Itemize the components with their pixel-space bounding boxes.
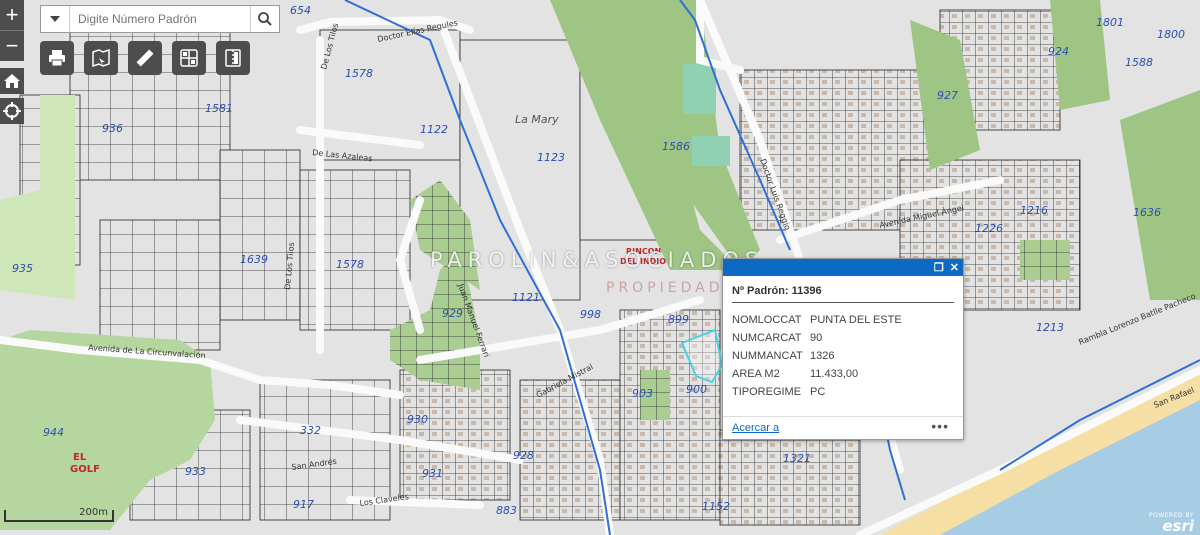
basemap-button[interactable] <box>172 41 206 75</box>
measure-button[interactable] <box>128 41 162 75</box>
attribute-value: 1326 <box>810 350 835 362</box>
locate-button[interactable] <box>0 98 24 124</box>
attribute-value: PUNTA DEL ESTE <box>810 314 902 326</box>
parcel-label: 944 <box>43 426 64 439</box>
parcel-label: 1216 <box>1020 204 1048 217</box>
parcel-label: 1639 <box>240 253 268 266</box>
table-row: AREA M2 11.433,00 <box>732 365 902 383</box>
parcel-label: 1801 <box>1096 16 1124 29</box>
zoom-out-button[interactable]: − <box>0 30 24 61</box>
scale-label: 200m <box>79 507 108 518</box>
parcel-label: 883 <box>496 504 517 517</box>
parcel-label: 927 <box>937 89 958 102</box>
parcel-label: 935 <box>12 262 33 275</box>
attribute-key: NUMCARCAT <box>732 332 802 344</box>
attribute-key: NOMLOCCAT <box>732 314 802 326</box>
print-button[interactable] <box>40 41 74 75</box>
search-source-dropdown[interactable] <box>41 6 70 32</box>
parcel-label: 924 <box>1048 45 1069 58</box>
parcel-label: 1800 <box>1157 28 1185 41</box>
table-row: NOMLOCCAT PUNTA DEL ESTE <box>732 311 902 329</box>
parcel-label: 332 <box>300 424 321 437</box>
chevron-down-icon <box>50 16 60 22</box>
parcel-label: 931 <box>422 467 443 480</box>
parcel-info-popup: ❐ ✕ Nº Padrón: 11396 NOMLOCCAT PUNTA DEL … <box>722 258 964 440</box>
parcel-label: 654 <box>290 4 311 17</box>
search-button[interactable] <box>250 6 279 32</box>
table-row: TIPOREGIME PC <box>732 383 902 401</box>
parcel-label: 1152 <box>702 500 730 513</box>
home-button[interactable] <box>0 68 24 94</box>
close-icon[interactable]: ✕ <box>950 261 959 274</box>
zoom-control: + − <box>0 0 24 61</box>
esri-logo: POWERED BY esri <box>1149 512 1194 535</box>
parcel-label: 1581 <box>205 102 233 115</box>
table-row: NUMCARCAT 90 <box>732 329 902 347</box>
popup-header: ❐ ✕ <box>723 259 963 276</box>
parcel-label: 1586 <box>662 140 690 153</box>
parcel-label: 1123 <box>537 151 565 164</box>
parcel-label: 929 <box>442 307 463 320</box>
attribute-value: 11.433,00 <box>810 368 859 380</box>
parcel-label: 936 <box>102 122 123 135</box>
maximize-icon[interactable]: ❐ <box>934 261 944 274</box>
ruler-icon <box>136 49 154 67</box>
parcel-label: 1121 <box>512 291 540 304</box>
select-map-button[interactable] <box>84 41 118 75</box>
zoom-in-button[interactable]: + <box>0 0 24 30</box>
attribute-key: NUMMANCAT <box>732 350 803 362</box>
zoom-to-link[interactable]: Acercar a <box>732 422 779 434</box>
parcel-label: 1578 <box>336 258 364 271</box>
search-input[interactable] <box>70 6 250 32</box>
parcel-label: 928 <box>513 449 534 462</box>
parcel-label: 1122 <box>420 123 448 136</box>
basemap-grid-icon <box>180 49 198 67</box>
parcel-label: 900 <box>686 383 707 396</box>
popup-title: Nº Padrón: 11396 <box>732 285 954 303</box>
more-options-button[interactable]: ••• <box>931 418 949 434</box>
parcel-label: 903 <box>632 387 653 400</box>
parcel-label: 930 <box>407 413 428 426</box>
toolbar <box>40 41 250 75</box>
attribute-table: NOMLOCCAT PUNTA DEL ESTE NUMCARCAT 90 NUMM… <box>732 311 902 401</box>
crosshair-icon <box>3 102 21 120</box>
scale-bar: 200m <box>4 507 114 522</box>
table-row: NUMMANCAT 1326 <box>732 347 902 365</box>
esri-wordmark: esri <box>1162 517 1194 535</box>
parcel-label: 1578 <box>345 67 373 80</box>
parcel-label: 917 <box>293 498 314 511</box>
parcel-search <box>40 5 280 33</box>
watermark: PAROLIN&ASOCIADOS <box>430 248 765 272</box>
parcel-label: 1213 <box>1036 321 1064 334</box>
map-select-icon <box>92 48 110 68</box>
attribute-value: 90 <box>810 332 823 344</box>
parcel-label: 1226 <box>975 222 1003 235</box>
compare-icon <box>225 49 241 67</box>
place-label-la-mary: La Mary <box>515 113 559 126</box>
parcel-label: 1321 <box>783 452 811 465</box>
attribute-value: PC <box>810 386 826 398</box>
home-icon <box>4 74 20 88</box>
parcel-label: 933 <box>185 465 206 478</box>
print-icon <box>49 50 65 67</box>
popup-footer: Acercar a ••• <box>723 416 963 439</box>
parcel-label: 1636 <box>1133 206 1161 219</box>
attribute-key: TIPOREGIME <box>732 386 802 398</box>
search-icon <box>258 12 272 26</box>
attribute-key: AREA M2 <box>732 368 780 380</box>
parcel-label: 1588 <box>1125 56 1153 69</box>
parcel-label: 899 <box>668 313 689 326</box>
compare-button[interactable] <box>216 41 250 75</box>
parcel-label: 998 <box>580 308 601 321</box>
